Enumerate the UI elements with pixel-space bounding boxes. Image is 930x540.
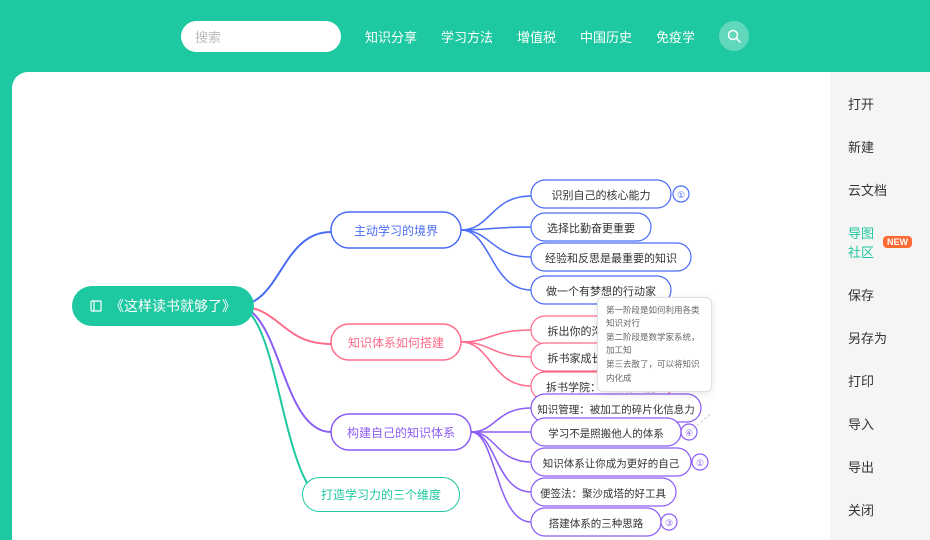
nav-item-0[interactable]: 知识分享 — [365, 27, 417, 46]
sidebar-save[interactable]: 保存 — [830, 275, 930, 314]
svg-text:知识体系如何搭建: 知识体系如何搭建 — [348, 335, 444, 350]
sidebar-close[interactable]: 关闭 — [830, 490, 930, 529]
svg-text:识别自己的核心能力: 识别自己的核心能力 — [552, 188, 651, 202]
svg-text:经验和反思是最重要的知识: 经验和反思是最重要的知识 — [545, 251, 677, 265]
svg-text:④: ④ — [685, 428, 693, 438]
search-box[interactable]: 搜索 — [181, 21, 341, 52]
search-button[interactable] — [719, 21, 749, 51]
svg-text:知识体系让你成为更好的自己: 知识体系让你成为更好的自己 — [543, 457, 680, 470]
sidebar-cloud[interactable]: 云文档 — [830, 170, 930, 209]
search-placeholder: 搜索 — [195, 27, 221, 46]
svg-text:构建自己的知识体系: 构建自己的知识体系 — [347, 425, 455, 440]
svg-text:便签法：聚沙成塔的好工具: 便签法：聚沙成塔的好工具 — [540, 487, 666, 500]
top-bar: 搜索 知识分享 学习方法 增值税 中国历史 免疫学 — [0, 0, 930, 72]
tooltip-box: 第一阶段是如何利用各类知识对行 第二阶段是数学家系统，加工知 第三去散了，可以将… — [597, 297, 712, 393]
svg-text:知识管理：被加工的碎片化信息力: 知识管理：被加工的碎片化信息力 — [537, 403, 695, 416]
svg-text:搭建体系的三种思路: 搭建体系的三种思路 — [549, 517, 644, 530]
sidebar-import[interactable]: 导入 — [830, 404, 930, 443]
svg-text:①: ① — [696, 458, 704, 468]
nav-item-1[interactable]: 学习方法 — [441, 27, 493, 46]
tooltip-line-1: 第二阶段是数学家系统，加工知 — [606, 331, 703, 358]
sidebar-save-as[interactable]: 另存为 — [830, 318, 930, 357]
sidebar-export[interactable]: 导出 — [830, 447, 930, 486]
nav-item-3[interactable]: 中国历史 — [580, 27, 632, 46]
svg-text:主动学习的境界: 主动学习的境界 — [354, 223, 438, 238]
right-sidebar: 打开 新建 云文档 导图社区 NEW 保存 另存为 打印 导入 导出 关闭 — [830, 72, 930, 540]
root-label: 《这样读书就够了》 — [110, 296, 236, 316]
svg-text:学习不是照搬他人的体系: 学习不是照搬他人的体系 — [548, 427, 664, 440]
nav-item-2[interactable]: 增值税 — [517, 27, 556, 46]
tooltip-line-2: 第三去散了，可以将知识内化成 — [606, 358, 703, 385]
sidebar-community[interactable]: 导图社区 NEW — [830, 213, 930, 271]
tooltip-line-0: 第一阶段是如何利用各类知识对行 — [606, 304, 703, 331]
new-badge: NEW — [883, 236, 912, 248]
mindmap-container: 《这样读书就够了》 主动学习的境界 识别自己的核心能力 ① 选择比勤奋更重要 经… — [12, 72, 830, 540]
sidebar-open[interactable]: 打开 — [830, 84, 930, 123]
nav-item-4[interactable]: 免疫学 — [656, 27, 695, 46]
svg-text:选择比勤奋更重要: 选择比勤奋更重要 — [547, 221, 635, 235]
book-icon — [90, 299, 104, 313]
main-area: 《这样读书就够了》 主动学习的境界 识别自己的核心能力 ① 选择比勤奋更重要 经… — [0, 72, 930, 540]
sidebar-new[interactable]: 新建 — [830, 127, 930, 166]
sidebar-print[interactable]: 打印 — [830, 361, 930, 400]
svg-text:做一个有梦想的行动家: 做一个有梦想的行动家 — [546, 284, 656, 298]
root-node: 《这样读书就够了》 — [72, 286, 254, 326]
branch4-label: 打造学习力的三个维度 — [302, 477, 460, 512]
svg-text:③: ③ — [665, 518, 673, 528]
svg-text:①: ① — [677, 190, 685, 200]
